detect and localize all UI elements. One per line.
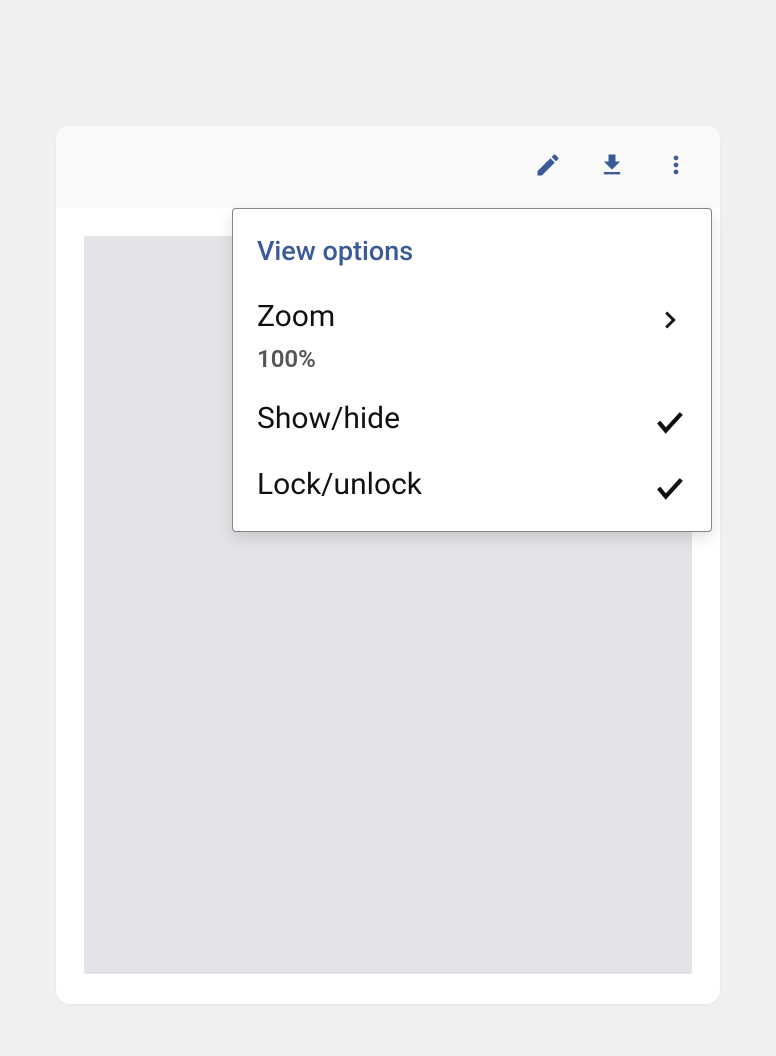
download-icon [598, 151, 626, 183]
edit-button[interactable] [534, 153, 562, 181]
dropdown-item-text: Zoom 100% [257, 299, 335, 373]
dropdown-item-label: Zoom [257, 299, 335, 335]
edit-icon [534, 151, 562, 183]
checkmark-icon [653, 405, 687, 439]
dropdown-item-sublabel: 100% [257, 345, 335, 373]
dropdown-item-zoom[interactable]: Zoom 100% [233, 285, 711, 387]
chevron-right-icon [653, 303, 687, 337]
dropdown-item-text: Lock/unlock [257, 467, 422, 503]
more-button[interactable] [662, 153, 690, 181]
more-vert-icon [662, 151, 690, 183]
dropdown-header: View options [233, 227, 711, 285]
view-options-dropdown: View options Zoom 100% Show/hide Lock/un… [232, 208, 712, 532]
dropdown-item-show-hide[interactable]: Show/hide [233, 387, 711, 453]
checkmark-icon [653, 471, 687, 505]
dropdown-item-lock-unlock[interactable]: Lock/unlock [233, 453, 711, 519]
dropdown-item-label: Show/hide [257, 401, 400, 437]
toolbar [56, 126, 720, 208]
dropdown-item-label: Lock/unlock [257, 467, 422, 503]
dropdown-item-text: Show/hide [257, 401, 400, 437]
download-button[interactable] [598, 153, 626, 181]
